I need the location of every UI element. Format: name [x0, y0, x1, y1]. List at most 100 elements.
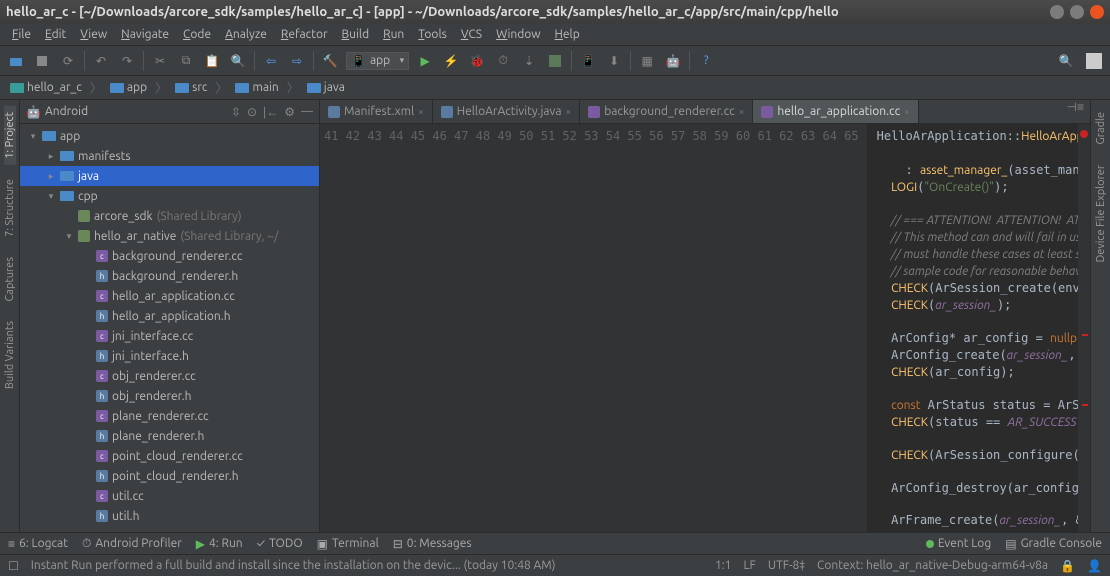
status-icon[interactable]: ☐ [8, 559, 19, 573]
tree-item-arcore_sdk[interactable]: arcore_sdk (Shared Library) [20, 206, 319, 226]
menu-analyze[interactable]: Analyze [219, 26, 273, 43]
layout-icon[interactable]: ▦ [637, 51, 657, 71]
select-icon[interactable]: ⊙ [247, 105, 257, 119]
find-icon[interactable]: 🔍 [228, 51, 248, 71]
cut-icon[interactable]: ✂ [150, 51, 170, 71]
tree-item-background_renderer_cc[interactable]: cbackground_renderer.cc [20, 246, 319, 266]
menu-window[interactable]: Window [490, 26, 546, 43]
logcat-tab[interactable]: ≡ 6: Logcat [8, 537, 68, 551]
tab-overflow-icon[interactable]: ⊣≡ [1061, 100, 1090, 123]
paste-icon[interactable]: 📋 [202, 51, 222, 71]
menu-tools[interactable]: Tools [412, 26, 453, 43]
build-context[interactable]: Context: hello_ar_native-Debug-arm64-v8a [817, 559, 1048, 572]
close-tab-icon[interactable]: × [418, 106, 424, 117]
event-log-tab[interactable]: Event Log [926, 537, 991, 550]
run-config-dropdown[interactable]: 📱 app [346, 52, 409, 70]
redo-icon[interactable]: ↷ [117, 51, 137, 71]
apply-changes-icon[interactable]: ⚡ [441, 51, 461, 71]
sdk-icon[interactable]: ⬇ [604, 51, 624, 71]
tree-item-point_cloud_renderer_h[interactable]: hpoint_cloud_renderer.h [20, 466, 319, 486]
menu-code[interactable]: Code [177, 26, 217, 43]
tab-hello_ar_application_cc[interactable]: hello_ar_application.cc× [753, 100, 918, 123]
tree-item-hello_ar_application_h[interactable]: hhello_ar_application.h [20, 306, 319, 326]
messages-tab[interactable]: ⊟ 0: Messages [393, 537, 472, 551]
tree-item-cpp[interactable]: ▾cpp [20, 186, 319, 206]
tree-item-background_renderer_h[interactable]: hbackground_renderer.h [20, 266, 319, 286]
breadcrumb-src[interactable]: src [169, 81, 213, 94]
tree-item-util_cc[interactable]: cutil.cc [20, 486, 319, 506]
line-separator[interactable]: LF [743, 559, 755, 572]
attach-icon[interactable]: ⇣ [519, 51, 539, 71]
account-icon[interactable] [1084, 51, 1104, 71]
menu-refactor[interactable]: Refactor [275, 26, 334, 43]
tree-item-obj_renderer_cc[interactable]: cobj_renderer.cc [20, 366, 319, 386]
undo-icon[interactable]: ↶ [91, 51, 111, 71]
collapse-icon[interactable]: ⇳ [231, 105, 241, 119]
gradle-console-tab[interactable]: ▤ Gradle Console [1005, 537, 1102, 551]
rail-structure[interactable]: 7: Structure [4, 173, 16, 243]
menu-vcs[interactable]: VCS [455, 26, 488, 43]
rail-buildvariants[interactable]: Build Variants [4, 315, 16, 395]
make-icon[interactable]: 🔨 [320, 51, 340, 71]
tab-HelloArActivity_java[interactable]: HelloArActivity.java× [433, 100, 580, 123]
profile-icon[interactable]: ⏱ [493, 51, 513, 71]
menu-help[interactable]: Help [549, 26, 586, 43]
tree-item-jni_interface_h[interactable]: hjni_interface.h [20, 346, 319, 366]
breadcrumb-java[interactable]: java [301, 81, 351, 94]
gear-icon[interactable]: ⚙ [284, 105, 295, 119]
sync-icon[interactable]: ⟳ [58, 51, 78, 71]
project-tree[interactable]: ▾app▸manifests▸java▾cpparcore_sdk (Share… [20, 124, 319, 532]
forward-icon[interactable]: ⇨ [287, 51, 307, 71]
tree-item-jni_interface_cc[interactable]: cjni_interface.cc [20, 326, 319, 346]
file-encoding[interactable]: UTF-8‡ [768, 559, 805, 572]
copy-icon[interactable]: ⧉ [176, 51, 196, 71]
rail-gradle[interactable]: Gradle [1095, 106, 1107, 151]
open-icon[interactable] [6, 51, 26, 71]
search-everywhere-icon[interactable]: 🔍 [1056, 51, 1076, 71]
stop-icon[interactable] [545, 51, 565, 71]
tab-background_renderer_cc[interactable]: background_renderer.cc× [580, 100, 753, 123]
menu-navigate[interactable]: Navigate [115, 26, 175, 43]
save-icon[interactable] [32, 51, 52, 71]
tree-item-obj_renderer_h[interactable]: hobj_renderer.h [20, 386, 319, 406]
options-icon[interactable]: |← [263, 105, 278, 119]
minimize-button[interactable] [1050, 5, 1064, 19]
rail-devicefileexplorer[interactable]: Device File Explorer [1095, 159, 1107, 268]
android-icon[interactable]: 🤖 [663, 51, 683, 71]
tree-item-hello_ar_application_cc[interactable]: chello_ar_application.cc [20, 286, 319, 306]
tree-item-java[interactable]: ▸java [20, 166, 319, 186]
menu-run[interactable]: Run [377, 26, 410, 43]
avd-icon[interactable]: 📱 [578, 51, 598, 71]
tree-item-manifests[interactable]: ▸manifests [20, 146, 319, 166]
hector-icon[interactable]: 👤 [1087, 559, 1102, 573]
project-panel-header[interactable]: 🤖 Android ⇳ ⊙ |← ⚙ — [20, 100, 319, 124]
breadcrumb-app[interactable]: app [104, 81, 153, 94]
terminal-tab[interactable]: ▣ Terminal [317, 537, 379, 551]
todo-tab[interactable]: ✓ TODO [257, 537, 303, 550]
hide-icon[interactable]: — [301, 105, 313, 119]
menu-build[interactable]: Build [336, 26, 376, 43]
rail-project[interactable]: 1: Project [4, 106, 16, 165]
tree-item-plane_renderer_h[interactable]: hplane_renderer.h [20, 426, 319, 446]
menu-file[interactable]: File [6, 26, 37, 43]
error-stripe[interactable] [1078, 124, 1090, 532]
breadcrumb-hello_ar_c[interactable]: hello_ar_c [4, 81, 88, 94]
lock-icon[interactable]: 🔒 [1060, 559, 1075, 573]
caret-position[interactable]: 1:1 [715, 559, 732, 572]
close-tab-icon[interactable]: × [566, 106, 572, 117]
editor-code[interactable]: HelloArApplication::HelloArApplication(A… [867, 124, 1078, 532]
tab-Manifest_xml[interactable]: Manifest.xml× [320, 100, 433, 123]
rail-captures[interactable]: Captures [4, 251, 16, 307]
menu-edit[interactable]: Edit [39, 26, 72, 43]
tree-item-util_h[interactable]: hutil.h [20, 506, 319, 526]
run-icon[interactable]: ▶ [415, 51, 435, 71]
tree-item-hello_ar_native[interactable]: ▾hello_ar_native (Shared Library, ~/ [20, 226, 319, 246]
menu-view[interactable]: View [74, 26, 113, 43]
close-button[interactable] [1090, 5, 1104, 19]
tree-item-plane_renderer_cc[interactable]: cplane_renderer.cc [20, 406, 319, 426]
debug-icon[interactable]: 🐞 [467, 51, 487, 71]
close-tab-icon[interactable]: × [739, 106, 745, 117]
breadcrumb-main[interactable]: main [229, 81, 284, 94]
profiler-tab[interactable]: ⏱ Android Profiler [82, 537, 182, 551]
tree-item-app[interactable]: ▾app [20, 126, 319, 146]
